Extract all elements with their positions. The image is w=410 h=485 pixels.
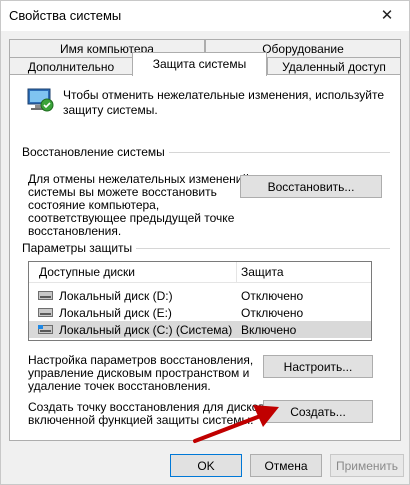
restore-button[interactable]: Восстановить... (240, 175, 382, 198)
tab-remote[interactable]: Удаленный доступ (267, 57, 401, 75)
close-icon[interactable]: ✕ (377, 6, 397, 26)
system-drive-icon (38, 325, 53, 334)
system-protection-panel: Чтобы отменить нежелательные изменения, … (9, 74, 401, 441)
restore-text-line: состояние компьютера, (28, 198, 160, 212)
restore-text-line: восстановления. (28, 224, 122, 238)
drive-status: Включено (241, 323, 297, 337)
cancel-button[interactable]: Отмена (250, 454, 322, 477)
configure-text-line: Настройка параметров восстановления, (28, 353, 254, 367)
configure-text-line: удаление точек восстановления. (28, 379, 211, 393)
configure-text-line: управление дисковым пространством и (28, 366, 250, 380)
drive-list-header: Доступные диски Защита (29, 262, 371, 283)
drive-name: Локальный диск (D:) (59, 289, 173, 303)
system-properties-window: Свойства системы ✕ Имя компьютера Оборуд… (0, 0, 410, 485)
title-bar[interactable]: Свойства системы ✕ (1, 1, 409, 31)
configure-button[interactable]: Настроить... (263, 355, 373, 378)
restore-text-line: соответствующее предыдущей точке (28, 211, 235, 225)
window-title: Свойства системы (9, 8, 122, 23)
restore-text-line: системы вы можете восстановить (28, 185, 217, 199)
drive-name: Локальный диск (E:) (59, 306, 172, 320)
restore-section-title: Восстановление системы (22, 145, 169, 159)
tab-system-protection[interactable]: Защита системы (132, 52, 267, 76)
system-protection-icon (27, 88, 54, 112)
intro-text-line1: Чтобы отменить нежелательные изменения, … (63, 88, 385, 102)
drive-row-c-system[interactable]: Локальный диск (C:) (Система) Включено (29, 321, 371, 338)
hard-drive-icon (38, 291, 53, 300)
protection-section-title: Параметры защиты (22, 241, 137, 255)
restore-text-line: Для отмены нежелательных изменений (28, 172, 250, 186)
ok-button[interactable]: OK (170, 454, 242, 477)
tab-advanced[interactable]: Дополнительно (9, 57, 133, 75)
hard-drive-icon (38, 308, 53, 317)
intro-text-line2: защиту системы. (63, 103, 158, 117)
column-protection[interactable]: Защита (241, 265, 284, 279)
drive-status: Отключено (241, 289, 304, 303)
column-available-drives[interactable]: Доступные диски (39, 265, 135, 279)
drive-list[interactable]: Доступные диски Защита Локальный диск (D… (28, 261, 372, 341)
drive-row-e[interactable]: Локальный диск (E:) Отключено (29, 304, 371, 321)
column-separator (236, 262, 237, 283)
drive-name: Локальный диск (C:) (Система) (59, 323, 233, 337)
annotation-arrow-icon (193, 405, 279, 443)
apply-button[interactable]: Применить (330, 454, 404, 477)
drive-row-d[interactable]: Локальный диск (D:) Отключено (29, 287, 371, 304)
drive-status: Отключено (241, 306, 304, 320)
